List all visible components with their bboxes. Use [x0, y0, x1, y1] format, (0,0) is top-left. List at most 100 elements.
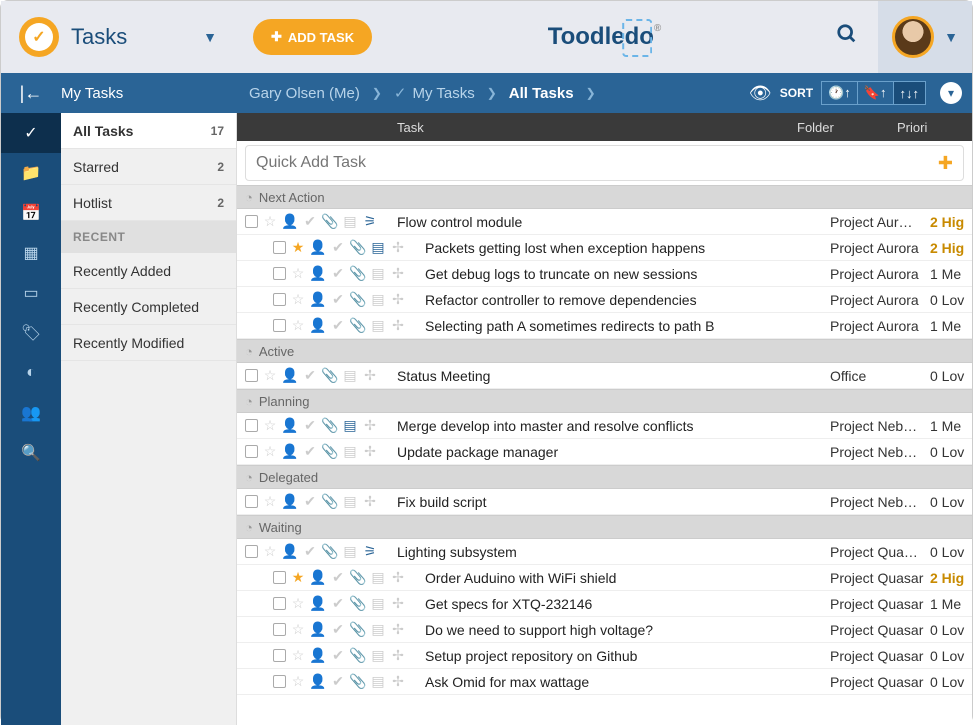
circle-check-icon[interactable]: ✔ [330, 647, 346, 664]
note-icon[interactable]: ▤ [370, 291, 386, 308]
person-icon[interactable]: 👤 [310, 621, 326, 638]
paperclip-icon[interactable]: 📎 [350, 647, 366, 664]
quick-add-input[interactable] [256, 154, 938, 172]
person-icon[interactable]: 👤 [310, 673, 326, 690]
task-row[interactable]: ☆ 👤 ✔ 📎 ▤ ✢ Do we need to support high v… [237, 617, 972, 643]
star-icon[interactable]: ☆ [290, 647, 306, 664]
rail-globe-icon[interactable]: ◐ [1, 353, 61, 393]
star-icon[interactable]: ☆ [262, 367, 278, 384]
note-icon[interactable]: ▤ [342, 417, 358, 434]
note-icon[interactable]: ▤ [342, 543, 358, 560]
tree-icon[interactable]: ⚞ [362, 543, 378, 560]
drag-icon[interactable]: ✢ [362, 493, 378, 510]
rail-tag-icon[interactable]: 🏷 [1, 313, 61, 353]
paperclip-icon[interactable]: 📎 [350, 265, 366, 282]
circle-check-icon[interactable]: ✔ [330, 621, 346, 638]
star-icon[interactable]: ★ [290, 239, 306, 256]
rail-card-icon[interactable]: ▭ [1, 273, 61, 313]
checkbox[interactable] [273, 597, 286, 610]
checkbox[interactable] [245, 445, 258, 458]
paperclip-icon[interactable]: 📎 [322, 213, 338, 230]
circle-check-icon[interactable]: ✔ [302, 367, 318, 384]
group-header[interactable]: ◔Planning [237, 389, 972, 413]
task-row[interactable]: ☆ 👤 ✔ 📎 ▤ ✢ Selecting path A sometimes r… [237, 313, 972, 339]
drag-icon[interactable]: ✢ [390, 239, 406, 256]
paperclip-icon[interactable]: 📎 [322, 367, 338, 384]
paperclip-icon[interactable]: 📎 [322, 417, 338, 434]
paperclip-icon[interactable]: 📎 [350, 673, 366, 690]
checkbox[interactable] [273, 319, 286, 332]
chevron-down-icon[interactable]: ▼ [203, 29, 217, 45]
star-icon[interactable]: ★ [290, 569, 306, 586]
note-icon[interactable]: ▤ [370, 317, 386, 334]
task-row[interactable]: ☆ 👤 ✔ 📎 ▤ ✢ Ask Omid for max wattage Pro… [237, 669, 972, 695]
star-icon[interactable]: ☆ [290, 291, 306, 308]
drag-icon[interactable]: ✢ [390, 569, 406, 586]
person-icon[interactable]: 👤 [310, 265, 326, 282]
checkbox[interactable] [273, 267, 286, 280]
more-button[interactable]: ▾ [940, 82, 962, 104]
circle-check-icon[interactable]: ✔ [330, 239, 346, 256]
task-row[interactable]: ☆ 👤 ✔ 📎 ▤ ⚞ Lighting subsystem Project Q… [237, 539, 972, 565]
rail-grid-icon[interactable]: ▦ [1, 233, 61, 273]
circle-check-icon[interactable]: ✔ [330, 317, 346, 334]
sort-time[interactable]: 🕐↑ [822, 82, 858, 104]
eye-icon[interactable]: 👁 [749, 83, 772, 104]
rail-folder-icon[interactable]: 📁 [1, 153, 61, 193]
tree-icon[interactable]: ⚞ [362, 213, 378, 230]
star-icon[interactable]: ☆ [262, 417, 278, 434]
task-row[interactable]: ☆ 👤 ✔ 📎 ▤ ✢ Refactor controller to remov… [237, 287, 972, 313]
col-task[interactable]: Task [237, 120, 797, 135]
rail-calendar-icon[interactable]: 📅 [1, 193, 61, 233]
note-icon[interactable]: ▤ [370, 595, 386, 612]
star-icon[interactable]: ☆ [262, 213, 278, 230]
star-icon[interactable]: ☆ [290, 317, 306, 334]
drag-icon[interactable]: ✢ [362, 367, 378, 384]
note-icon[interactable]: ▤ [342, 367, 358, 384]
checkbox[interactable] [273, 623, 286, 636]
task-row[interactable]: ☆ 👤 ✔ 📎 ▤ ⚞ Flow control module Project … [237, 209, 972, 235]
task-row[interactable]: ☆ 👤 ✔ 📎 ▤ ✢ Update package manager Proje… [237, 439, 972, 465]
group-header[interactable]: ◔Active [237, 339, 972, 363]
star-icon[interactable]: ☆ [262, 543, 278, 560]
group-header[interactable]: ◔Next Action [237, 185, 972, 209]
drag-icon[interactable]: ✢ [390, 647, 406, 664]
person-icon[interactable]: 👤 [310, 291, 326, 308]
drag-icon[interactable]: ✢ [362, 417, 378, 434]
drag-icon[interactable]: ✢ [390, 595, 406, 612]
person-icon[interactable]: 👤 [310, 239, 326, 256]
person-icon[interactable]: 👤 [282, 443, 298, 460]
checkbox[interactable] [245, 545, 258, 558]
circle-check-icon[interactable]: ✔ [330, 569, 346, 586]
circle-check-icon[interactable]: ✔ [330, 673, 346, 690]
star-icon[interactable]: ☆ [290, 673, 306, 690]
person-icon[interactable]: 👤 [282, 543, 298, 560]
task-row[interactable]: ★ 👤 ✔ 📎 ▤ ✢ Order Auduino with WiFi shie… [237, 565, 972, 591]
checkbox[interactable] [245, 215, 258, 228]
paperclip-icon[interactable]: 📎 [322, 443, 338, 460]
circle-check-icon[interactable]: ✔ [330, 291, 346, 308]
drag-icon[interactable]: ✢ [390, 317, 406, 334]
paperclip-icon[interactable]: 📎 [350, 239, 366, 256]
paperclip-icon[interactable]: 📎 [350, 291, 366, 308]
person-icon[interactable]: 👤 [282, 417, 298, 434]
collapse-icon[interactable]: |← [1, 83, 61, 104]
star-icon[interactable]: ☆ [290, 621, 306, 638]
breadcrumb-view[interactable]: All Tasks [509, 85, 574, 102]
star-icon[interactable]: ☆ [262, 493, 278, 510]
group-header[interactable]: ◔Waiting [237, 515, 972, 539]
task-row[interactable]: ☆ 👤 ✔ 📎 ▤ ✢ Get debug logs to truncate o… [237, 261, 972, 287]
task-row[interactable]: ★ 👤 ✔ 📎 ▤ ✢ Packets getting lost when ex… [237, 235, 972, 261]
rail-search-icon[interactable]: 🔍 [1, 433, 61, 473]
sidebar-item[interactable]: Recently Added [61, 253, 236, 289]
task-row[interactable]: ☆ 👤 ✔ 📎 ▤ ✢ Fix build script Project Neb… [237, 489, 972, 515]
circle-check-icon[interactable]: ✔ [302, 443, 318, 460]
star-icon[interactable]: ☆ [290, 595, 306, 612]
sidebar-item[interactable]: Starred2 [61, 149, 236, 185]
drag-icon[interactable]: ✢ [390, 621, 406, 638]
rail-people-icon[interactable]: 👥 [1, 393, 61, 433]
person-icon[interactable]: 👤 [282, 367, 298, 384]
person-icon[interactable]: 👤 [282, 213, 298, 230]
paperclip-icon[interactable]: 📎 [350, 595, 366, 612]
col-priority[interactable]: Priori [897, 120, 972, 135]
